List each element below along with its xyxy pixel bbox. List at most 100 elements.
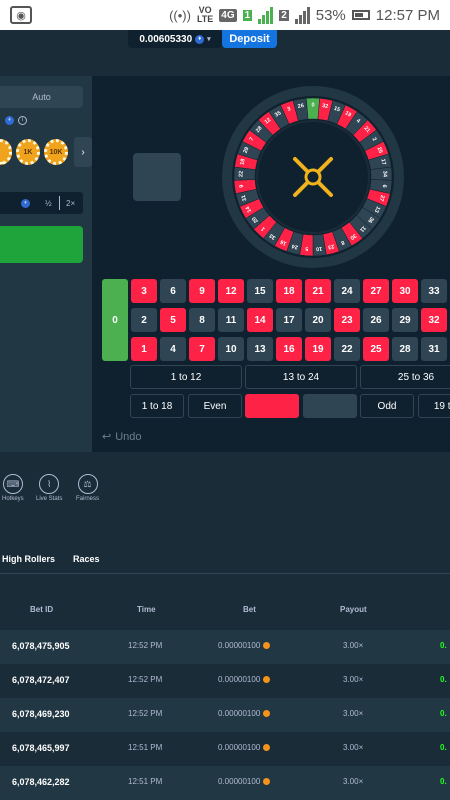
bet-cell-5[interactable]: 5 [160, 308, 186, 332]
bet-odd[interactable]: Odd [360, 394, 414, 418]
bet-cell-1[interactable]: 1 [131, 337, 157, 361]
bet-control-panel: Auto ♦ i 1K 10K › ♦ ½ 2× [0, 76, 92, 452]
table-row[interactable]: 6,078,472,407 12:52 PM 0.00000100 3.00× 0. [0, 664, 450, 698]
wheel-number-32: 32 [322, 103, 329, 110]
bet-cell-28[interactable]: 28 [392, 337, 418, 361]
dozen-1-to-12[interactable]: 1 to 12 [130, 365, 242, 389]
bet-cell-31[interactable]: 31 [421, 337, 447, 361]
bet-cell-19[interactable]: 19 [305, 337, 331, 361]
bet-cell-30[interactable]: 30 [392, 279, 418, 303]
bet-cell-3[interactable]: 3 [131, 279, 157, 303]
bet-cell-33[interactable]: 33 [421, 279, 447, 303]
deposit-button[interactable]: Deposit [222, 30, 277, 48]
bet-cell-18[interactable]: 18 [276, 279, 302, 303]
undo-icon: ↩ [102, 431, 112, 443]
bet-cell-21[interactable]: 21 [305, 279, 331, 303]
bet-amount-field[interactable]: ♦ ½ 2× [0, 192, 83, 214]
signal-strength-sim2-icon [294, 6, 310, 24]
bet-cell-0[interactable]: 0 [102, 279, 128, 361]
bet-amount: 0.00000100 [218, 675, 271, 684]
bet-cell-4[interactable]: 4 [160, 337, 186, 361]
table-row[interactable]: 6,078,475,905 12:52 PM 0.00000100 3.00× 0. [0, 630, 450, 664]
bet-cell-7[interactable]: 7 [189, 337, 215, 361]
bet-cell-12[interactable]: 12 [218, 279, 244, 303]
chip-partial[interactable] [0, 139, 12, 165]
bet-cell-23[interactable]: 23 [334, 308, 360, 332]
live-stats-icon: ⌇ [39, 474, 60, 494]
footer-section: ⌨ Hotkeys ⌇ Live Stats ⚖ Fairness High R… [0, 452, 450, 800]
bet-cell-16[interactable]: 16 [276, 337, 302, 361]
bet-cell-27[interactable]: 27 [363, 279, 389, 303]
table-row[interactable]: 6,078,462,282 12:51 PM 0.00000100 3.00× 0. [0, 766, 450, 800]
sim2-badge: 2 [279, 9, 289, 21]
auto-tab[interactable]: Auto [0, 86, 83, 108]
bet-cell-32[interactable]: 32 [421, 308, 447, 332]
battery-percentage: 53% [315, 6, 346, 24]
table-row[interactable]: 6,078,469,230 12:52 PM 0.00000100 3.00× 0. [0, 698, 450, 732]
bet-id[interactable]: 6,078,465,997 [12, 743, 70, 753]
bet-cell-14[interactable]: 14 [247, 308, 273, 332]
top-header: 0.00605330 ♦ ▾ Deposit [0, 30, 450, 76]
dozen-25-to-36[interactable]: 25 to 36 [360, 365, 450, 389]
bet-cell-6[interactable]: 6 [160, 279, 186, 303]
bet-cell-8[interactable]: 8 [189, 308, 215, 332]
undo-button[interactable]: ↩ Undo [102, 430, 142, 444]
bitcoin-icon [263, 642, 271, 650]
bitcoin-icon [263, 676, 271, 684]
roulette-wheel-graphic: 3 26 0 32 1519421225173462713361130823105241… [222, 86, 404, 268]
bet-button[interactable] [0, 226, 83, 263]
ethereum-icon: ♦ [195, 34, 205, 44]
wheel-number-26: 26 [297, 103, 304, 110]
bet-id[interactable]: 6,078,469,230 [12, 709, 70, 719]
chip-1k[interactable]: 1K [16, 139, 40, 165]
hotkeys-button[interactable]: ⌨ Hotkeys [2, 474, 24, 502]
bet-cell-25[interactable]: 25 [363, 337, 389, 361]
column-header-bet: Bet [243, 605, 256, 614]
dozen-13-to-24[interactable]: 13 to 24 [245, 365, 357, 389]
bet-cell-10[interactable]: 10 [218, 337, 244, 361]
bet-id[interactable]: 6,078,475,905 [12, 641, 70, 651]
chevron-right-icon[interactable]: › [74, 137, 92, 167]
bet-payout: 3.00× [343, 675, 364, 684]
bet-19-to-36[interactable]: 19 to [418, 394, 450, 418]
bitcoin-icon [263, 710, 271, 718]
balance-amount: 0.00605330 [139, 33, 193, 45]
bet-cell-9[interactable]: 9 [189, 279, 215, 303]
live-stats-button[interactable]: ⌇ Live Stats [36, 474, 62, 502]
bet-time: 12:51 PM [128, 743, 163, 752]
bet-cell-24[interactable]: 24 [334, 279, 360, 303]
roulette-wheel: 3 26 0 32 15 19 4 21 2 25 17 34 6 27 13 36 11 30 8 23 10 5 24 1… [222, 86, 404, 268]
bet-time: 12:52 PM [128, 675, 163, 684]
bet-cell-11[interactable]: 11 [218, 308, 244, 332]
bet-time: 12:52 PM [128, 709, 163, 718]
bet-even[interactable]: Even [188, 394, 242, 418]
bet-red[interactable] [245, 394, 299, 418]
table-row[interactable]: 6,078,465,997 12:51 PM 0.00000100 3.00× 0. [0, 732, 450, 766]
chevron-down-icon: ▾ [207, 36, 211, 43]
bet-1-to-18[interactable]: 1 to 18 [130, 394, 184, 418]
bet-cell-2[interactable]: 2 [131, 308, 157, 332]
half-button[interactable]: ½ [45, 199, 52, 208]
bet-black[interactable] [303, 394, 357, 418]
tab-races[interactable]: Races [73, 554, 100, 564]
divider [0, 573, 450, 574]
wallet-balance-selector[interactable]: 0.00605330 ♦ ▾ [128, 30, 222, 48]
bet-cell-15[interactable]: 15 [247, 279, 273, 303]
tab-high-rollers[interactable]: High Rollers [2, 554, 55, 564]
bet-cell-29[interactable]: 29 [392, 308, 418, 332]
status-bar: ◉ ((•)) VO LTE 4G 1 2 53% 12:57 PM [0, 0, 450, 30]
bet-cell-13[interactable]: 13 [247, 337, 273, 361]
bet-cell-26[interactable]: 26 [363, 308, 389, 332]
bet-cell-22[interactable]: 22 [334, 337, 360, 361]
bet-cell-17[interactable]: 17 [276, 308, 302, 332]
chip-10k[interactable]: 10K [44, 139, 68, 165]
clock: 12:57 PM [375, 6, 440, 24]
info-icon[interactable]: i [18, 116, 27, 125]
bet-id[interactable]: 6,078,462,282 [12, 777, 70, 787]
double-button[interactable]: 2× [66, 199, 75, 208]
bet-id[interactable]: 6,078,472,407 [12, 675, 70, 685]
bet-payout: 3.00× [343, 709, 364, 718]
fairness-button[interactable]: ⚖ Fairness [76, 474, 99, 502]
bet-cell-20[interactable]: 20 [305, 308, 331, 332]
roulette-game-area: 3 26 0 32 15 19 4 21 2 25 17 34 6 27 13 36 11 30 8 23 10 5 24 1… [92, 76, 450, 452]
